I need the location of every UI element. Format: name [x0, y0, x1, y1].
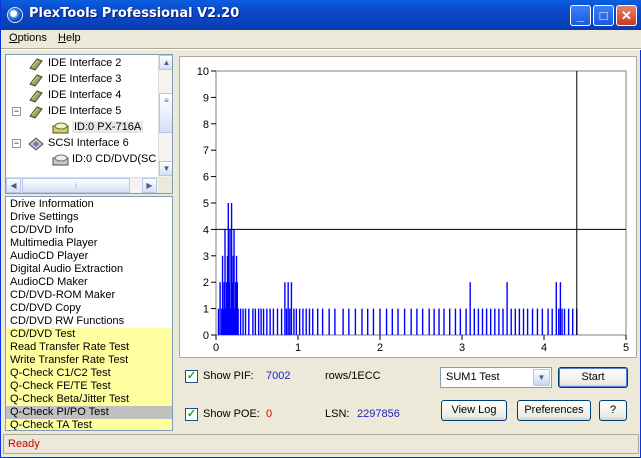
cd-drive-icon — [52, 153, 70, 170]
function-item[interactable]: Q-Check PI/PO Test — [6, 406, 172, 419]
y-tick-label: 7 — [203, 145, 209, 157]
tree-item[interactable]: ID:0 PX-716A — [6, 120, 156, 136]
tree-item[interactable]: ID:0 CD/DVD(SC — [6, 152, 156, 168]
function-item[interactable]: Q-Check C1/C2 Test — [6, 367, 172, 380]
y-tick-label: 2 — [203, 277, 209, 289]
function-item[interactable]: Multimedia Player — [6, 237, 172, 250]
function-item[interactable]: Digital Audio Extraction — [6, 263, 172, 276]
x-tick-label: 2 — [377, 342, 383, 354]
x-tick-label: 4 — [541, 342, 547, 354]
menu-help[interactable]: Help — [58, 32, 81, 44]
pif-unit: rows/1ECC — [325, 370, 381, 382]
function-item[interactable]: Q-Check TA Test — [6, 419, 172, 430]
chevron-down-icon[interactable]: ▼ — [533, 369, 550, 386]
show-pif-label: Show PIF: — [203, 370, 254, 382]
x-tick-label: 3 — [459, 342, 465, 354]
close-button[interactable]: ✕ — [616, 5, 637, 26]
scroll-corner — [158, 177, 172, 193]
maximize-icon: □ — [599, 8, 608, 23]
test-mode-value: SUM1 Test — [446, 371, 500, 383]
y-tick-label: 9 — [203, 92, 209, 104]
collapse-icon[interactable]: − — [12, 139, 21, 148]
preferences-button[interactable]: Preferences — [517, 400, 591, 421]
y-tick-label: 5 — [203, 198, 209, 210]
scroll-thumb[interactable]: ≡ — [159, 93, 172, 133]
scroll-up-icon[interactable]: ▲ — [159, 55, 172, 70]
tree-item[interactable]: IDE Interface 4 — [6, 88, 156, 104]
y-tick-label: 0 — [203, 330, 209, 342]
function-item[interactable]: Q-Check Beta/Jitter Test — [6, 393, 172, 406]
y-tick-label: 1 — [203, 304, 209, 316]
x-tick-label: 0 — [213, 342, 219, 354]
chart-svg: 0 1 2 3 4 5 6 7 8 9 10 0 1 2 3 4 5 — [197, 66, 629, 354]
menu-bar: Options Help — [1, 30, 641, 48]
title-bar[interactable]: PlexTools Professional V2.20 _ □ ✕ — [1, 0, 641, 30]
app-icon[interactable] — [7, 7, 23, 23]
function-item[interactable]: CD/DVD-ROM Maker — [6, 289, 172, 302]
x-tick-label: 1 — [295, 342, 301, 354]
function-item[interactable]: Drive Settings — [6, 211, 172, 224]
function-item[interactable]: CD/DVD Info — [6, 224, 172, 237]
start-button[interactable]: Start — [558, 367, 628, 388]
show-poe-label: Show POE: — [203, 408, 260, 420]
tree-item[interactable]: IDE Interface 3 — [6, 72, 156, 88]
tree-vertical-scrollbar[interactable]: ▲ ≡ ▼ — [158, 55, 172, 177]
test-controls: ✓ Show PIF: 7002 rows/1ECC SUM1 Test ▼ S… — [179, 362, 637, 430]
tree-item-label: IDE Interface 5 — [48, 105, 122, 117]
test-mode-select[interactable]: SUM1 Test ▼ — [440, 367, 552, 388]
tree-item[interactable]: − SCSI Interface 6 — [6, 136, 156, 152]
tree-horizontal-scrollbar[interactable]: ◀ ⦙ ▶ — [6, 177, 158, 193]
menu-options[interactable]: Options — [9, 32, 47, 44]
y-tick-label: 8 — [203, 119, 209, 131]
y-tick-label: 10 — [197, 66, 209, 78]
minimize-icon: _ — [576, 8, 585, 23]
function-item[interactable]: AudioCD Maker — [6, 276, 172, 289]
lsn-label: LSN: — [325, 408, 350, 420]
tree-item-label: SCSI Interface 6 — [48, 137, 129, 149]
x-tick-label: 5 — [623, 342, 629, 354]
view-log-button[interactable]: View Log — [441, 400, 507, 421]
menu-separator — [1, 48, 641, 50]
help-button[interactable]: ? — [599, 400, 627, 421]
function-item[interactable]: CD/DVD Test — [6, 328, 172, 341]
lsn-value: 2297856 — [357, 408, 400, 420]
tree-item-label: IDE Interface 2 — [48, 57, 122, 69]
tree-item-label: IDE Interface 3 — [48, 73, 122, 85]
scroll-down-icon[interactable]: ▼ — [159, 161, 172, 176]
function-item[interactable]: Q-Check FE/TE Test — [6, 380, 172, 393]
function-item[interactable]: Read Transfer Rate Test — [6, 341, 172, 354]
app-window: PlexTools Professional V2.20 _ □ ✕ Optio… — [0, 0, 641, 458]
function-item[interactable]: Drive Information — [6, 198, 172, 211]
close-icon: ✕ — [621, 8, 632, 23]
tree-item-label: IDE Interface 4 — [48, 89, 122, 101]
function-list: Drive Information Drive Settings CD/DVD In… — [5, 196, 173, 431]
hscroll-thumb[interactable]: ⦙ — [22, 178, 130, 193]
y-tick-label: 3 — [203, 251, 209, 263]
status-text: Ready — [8, 438, 40, 450]
tree-item-label: ID:0 CD/DVD(SC — [72, 153, 157, 165]
pif-value: 7002 — [266, 370, 291, 382]
pipo-chart: 0 1 2 3 4 5 6 7 8 9 10 0 1 2 3 4 5 — [179, 56, 637, 358]
minimize-button[interactable]: _ — [570, 5, 591, 26]
function-item[interactable]: AudioCD Player — [6, 250, 172, 263]
scroll-left-icon[interactable]: ◀ — [6, 178, 21, 193]
function-item[interactable]: Write Transfer Rate Test — [6, 354, 172, 367]
window-title: PlexTools Professional V2.20 — [29, 6, 240, 21]
collapse-icon[interactable]: − — [12, 107, 21, 116]
maximize-button[interactable]: □ — [593, 5, 614, 26]
device-tree: IDE Interface 2 IDE Interface 3 IDE Interf… — [5, 54, 173, 194]
plot-area — [215, 70, 627, 336]
y-tick-label: 6 — [203, 172, 209, 184]
y-tick-label: 4 — [203, 224, 209, 236]
poe-value: 0 — [266, 408, 273, 420]
function-item[interactable]: CD/DVD Copy — [6, 302, 172, 315]
show-poe-checkbox[interactable]: ✓ — [185, 408, 198, 421]
tree-item[interactable]: − IDE Interface 5 — [6, 104, 156, 120]
tree-item[interactable]: IDE Interface 2 — [6, 56, 156, 72]
scroll-right-icon[interactable]: ▶ — [142, 178, 157, 193]
tree-item-label: ID:0 PX-716A — [72, 121, 144, 133]
show-pif-checkbox[interactable]: ✓ — [185, 370, 198, 383]
status-bar: Ready — [3, 434, 639, 454]
function-item[interactable]: CD/DVD RW Functions — [6, 315, 172, 328]
